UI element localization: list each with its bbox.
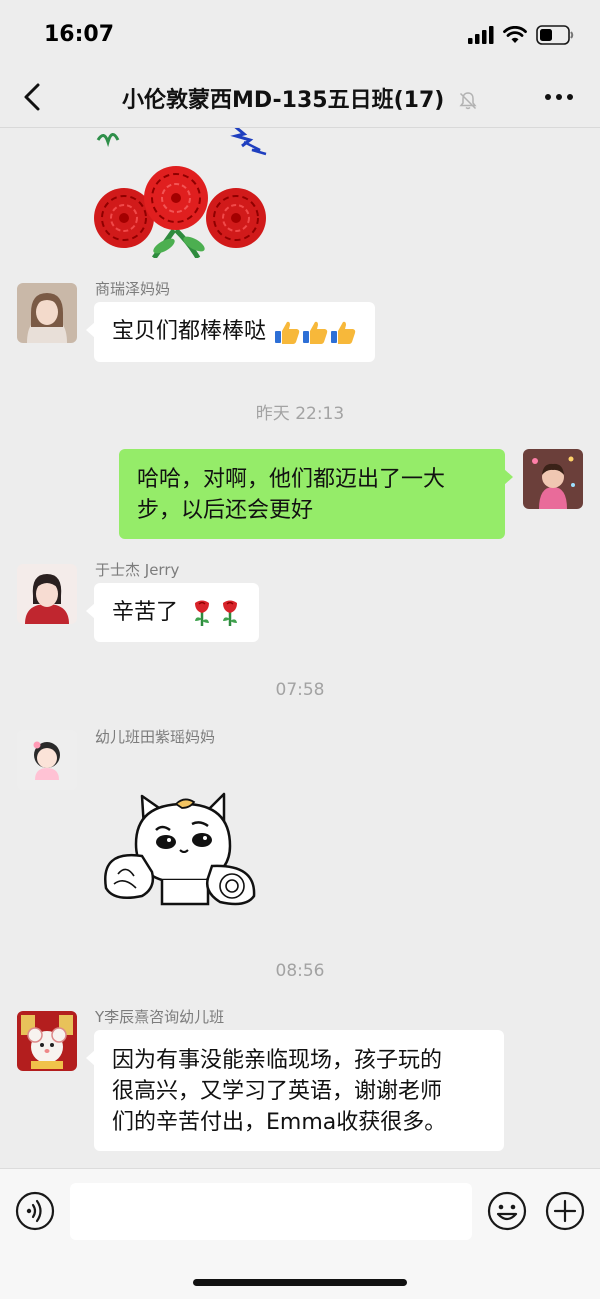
message-text-line: 很高兴，又学习了英语，谢谢老师 (112, 1079, 443, 1104)
more-functions-button[interactable] (545, 1191, 585, 1231)
rose-icon (223, 600, 238, 626)
avatar[interactable] (17, 1011, 77, 1071)
cat-sticker[interactable] (96, 784, 260, 908)
message-text: 宝贝们都棒棒哒 (112, 319, 267, 344)
timestamp: 07:58 (275, 680, 325, 700)
sender-name: 幼儿班田紫瑶妈妈 (95, 728, 216, 746)
avatar[interactable] (17, 730, 77, 790)
message-bubble[interactable]: 辛苦了 (85, 583, 260, 642)
more-options-button[interactable] (544, 92, 574, 102)
avatar[interactable] (17, 564, 77, 624)
status-bar: 16:07 (0, 0, 600, 66)
timestamp: 昨天 22:13 (255, 404, 345, 424)
voice-input-button[interactable] (15, 1191, 55, 1231)
avatar-self[interactable] (523, 449, 583, 509)
chat-header: 小伦敦蒙西MD-135五日班(17) (0, 66, 600, 128)
avatar[interactable] (17, 283, 77, 343)
sender-name: Y李辰熹咨询幼儿班 (95, 1008, 225, 1026)
emoji-button[interactable] (487, 1191, 527, 1231)
flower-sticker[interactable] (94, 128, 270, 258)
message-text-line: 步，以后还会更好 (137, 498, 314, 523)
mute-icon (459, 92, 477, 110)
message-text: 辛苦了 (112, 600, 179, 625)
chat-title: 小伦敦蒙西MD-135五日班(17) (0, 82, 600, 114)
chat-message-list[interactable]: 商瑞泽妈妈 宝贝们都棒棒哒 昨天 22:13 哈哈，对啊，他们都迈出了一大 步，… (0, 128, 600, 1168)
thumbs-up-icon (275, 321, 300, 344)
chat-title-text: 小伦敦蒙西MD-135五日班(17) (121, 88, 445, 113)
message-bubble[interactable]: 宝贝们都棒棒哒 (85, 302, 376, 362)
message-text-line: 们的辛苦付出，Emma收获很多。 (112, 1110, 447, 1135)
message-bubble-sent[interactable]: 哈哈，对啊，他们都迈出了一大 步，以后还会更好 (119, 449, 513, 539)
thumbs-up-icon (303, 321, 328, 344)
cellular-signal-icon (468, 26, 494, 44)
sender-name: 商瑞泽妈妈 (95, 280, 171, 298)
timestamp: 08:56 (275, 961, 325, 981)
battery-icon (536, 25, 574, 45)
status-time: 16:07 (44, 22, 115, 47)
home-indicator[interactable] (193, 1279, 407, 1286)
rose-icon (195, 600, 210, 626)
sender-name: 于士杰 Jerry (95, 561, 180, 579)
message-text-line: 哈哈，对啊，他们都迈出了一大 (137, 467, 446, 492)
message-text-line: 因为有事没能亲临现场，孩子玩的 (112, 1048, 443, 1073)
thumbs-up-icon (331, 321, 356, 344)
message-input[interactable] (70, 1183, 472, 1240)
message-bubble[interactable]: 因为有事没能亲临现场，孩子玩的 很高兴，又学习了英语，谢谢老师 们的辛苦付出，E… (86, 1030, 504, 1151)
status-icons (468, 24, 574, 46)
wifi-icon (503, 26, 527, 43)
